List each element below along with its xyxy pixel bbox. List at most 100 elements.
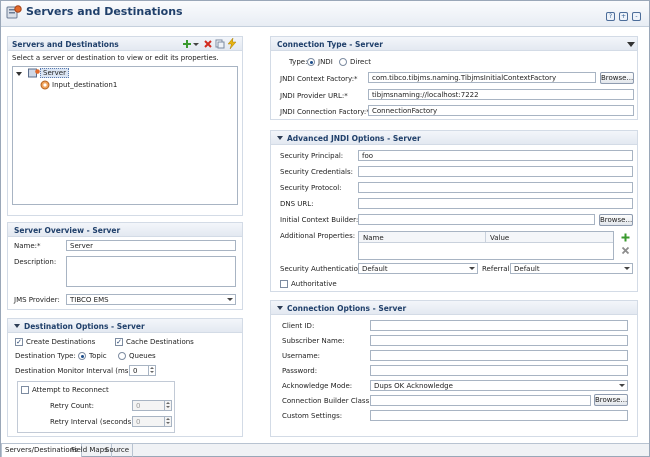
spinner-arrows-icon[interactable] [164, 417, 171, 426]
direct-label: Direct [350, 58, 371, 66]
jms-provider-value: TIBCO EMS [70, 296, 109, 304]
subscriber-name-field[interactable] [370, 335, 628, 346]
ack-mode-select[interactable]: Dups OK Acknowledge [370, 380, 628, 391]
section-title-text: Advanced JNDI Options - Server [287, 134, 421, 143]
copy-icon[interactable] [215, 39, 225, 49]
custom-settings-label: Custom Settings: [282, 412, 343, 420]
jms-provider-label: JMS Provider: [14, 296, 60, 304]
lightning-icon[interactable] [227, 37, 237, 50]
tree-item-input-destination[interactable]: Input_destination1 [52, 81, 117, 89]
name-label: Name:* [14, 242, 41, 250]
connection-factory-field[interactable]: ConnectionFactory [368, 105, 634, 116]
retry-count-spinner[interactable]: 0 [132, 400, 172, 411]
context-factory-browse-button[interactable]: Browse... [600, 72, 634, 84]
retry-count-label: Retry Count: [50, 402, 94, 410]
additional-properties-table[interactable]: Name Value [358, 231, 614, 260]
queues-radio[interactable] [118, 352, 126, 360]
remove-property-icon[interactable] [621, 246, 630, 255]
reconnect-group: Attempt to Reconnect Retry Count: 0 Retr… [17, 381, 175, 433]
name-field[interactable]: Server [66, 240, 236, 251]
direct-radio[interactable] [339, 58, 347, 66]
delete-icon[interactable] [203, 39, 213, 49]
context-factory-field[interactable]: com.tibco.tibjms.naming.TibjmsInitialCon… [368, 72, 596, 83]
username-field[interactable] [370, 350, 628, 361]
retry-interval-label: Retry Interval (seconds): [50, 418, 137, 426]
spinner-arrows-icon[interactable] [164, 401, 171, 410]
description-field[interactable] [66, 256, 236, 287]
ack-mode-value: Dups OK Acknowledge [374, 382, 453, 390]
monitor-interval-value: 0 [133, 367, 138, 375]
add-property-icon[interactable] [621, 233, 630, 242]
column-header-name[interactable]: Name [363, 234, 384, 242]
servers-tree[interactable]: Server Input_destination1 [12, 66, 238, 205]
security-protocol-field[interactable] [358, 182, 633, 193]
retry-interval-spinner[interactable]: 0 [132, 416, 172, 427]
add-dropdown-icon[interactable] [193, 39, 199, 49]
section-menu-icon[interactable] [627, 41, 635, 47]
authoritative-label: Authoritative [291, 280, 337, 288]
authoritative-checkbox[interactable] [280, 280, 288, 288]
builder-class-browse-button[interactable]: Browse... [594, 394, 628, 406]
page-title: Servers and Destinations [26, 5, 183, 18]
editor-tab-bar: Servers/Destinations Field Maps Source [1, 443, 649, 457]
section-title: Advanced JNDI Options - Server [271, 131, 637, 145]
tab-source[interactable]: Source [102, 444, 134, 457]
security-principal-field[interactable]: foo [358, 150, 633, 161]
cache-destinations-checkbox[interactable]: ✓ [115, 338, 123, 346]
jms-provider-select[interactable]: TIBCO EMS [66, 294, 236, 305]
password-label: Password: [282, 367, 318, 375]
builder-class-field[interactable] [370, 395, 591, 406]
column-header-value[interactable]: Value [490, 234, 509, 242]
servers-destinations-section: Servers and Destinations Select a server… [7, 36, 243, 216]
additional-properties-label: Additional Properties: [280, 232, 356, 240]
collapse-all-icon[interactable]: - [632, 12, 641, 21]
create-destinations-label: Create Destinations [26, 338, 96, 346]
security-credentials-label: Security Credentials: [280, 168, 354, 176]
jndi-radio[interactable] [307, 58, 315, 66]
security-auth-select[interactable]: Default [358, 263, 478, 274]
section-collapse-icon[interactable] [277, 306, 283, 310]
monitor-interval-spinner[interactable]: 0 [129, 365, 156, 376]
description-label: Description: [14, 258, 57, 266]
help-icon[interactable]: ? [606, 12, 615, 21]
referral-select[interactable]: Default [510, 263, 633, 274]
cache-destinations-label: Cache Destinations [126, 338, 194, 346]
topic-radio[interactable] [78, 352, 86, 360]
column-divider [485, 232, 486, 243]
chevron-down-icon [468, 265, 476, 272]
tree-item-server[interactable]: Server [40, 68, 69, 78]
initial-context-browse-button[interactable]: Browse... [599, 214, 633, 226]
custom-settings-field[interactable] [370, 410, 628, 421]
chevron-down-icon [618, 382, 626, 389]
attempt-reconnect-checkbox[interactable] [21, 386, 29, 394]
section-collapse-icon[interactable] [14, 324, 20, 328]
initial-context-builder-field[interactable] [358, 214, 595, 225]
section-title: Connection Options - Server [271, 301, 637, 315]
password-field[interactable] [370, 365, 628, 376]
spinner-arrows-icon[interactable] [148, 366, 155, 375]
add-icon[interactable] [182, 39, 192, 49]
security-credentials-field[interactable] [358, 166, 633, 177]
advanced-jndi-section: Advanced JNDI Options - Server Security … [270, 130, 638, 292]
tree-collapse-icon[interactable] [16, 70, 22, 76]
section-title-text: Destination Options - Server [24, 322, 145, 331]
dns-url-field[interactable] [358, 198, 633, 209]
connection-factory-label: JNDI Connection Factory:* [280, 108, 370, 116]
monitor-interval-label: Destination Monitor Interval (ms): [15, 367, 134, 375]
dns-url-label: DNS URL: [280, 200, 314, 208]
section-title: Connection Type - Server [271, 37, 637, 51]
servers-editor-icon [6, 4, 22, 20]
security-protocol-label: Security Protocol: [280, 184, 342, 192]
attempt-reconnect-label: Attempt to Reconnect [32, 386, 109, 394]
retry-count-value: 0 [136, 402, 141, 410]
section-collapse-icon[interactable] [277, 136, 283, 140]
security-principal-label: Security Principal: [280, 152, 344, 160]
security-auth-label: Security Authentication: [280, 265, 365, 273]
builder-class-label: Connection Builder Class: [282, 397, 372, 405]
create-destinations-checkbox[interactable]: ✓ [15, 338, 23, 346]
subscriber-name-label: Subscriber Name: [282, 337, 345, 345]
client-id-field[interactable] [370, 320, 628, 331]
provider-url-field[interactable]: tibjmsnaming://localhost:7222 [368, 89, 634, 100]
connection-type-section: Connection Type - Server Type: JNDI Dire… [270, 36, 638, 120]
expand-all-icon[interactable]: + [619, 12, 628, 21]
